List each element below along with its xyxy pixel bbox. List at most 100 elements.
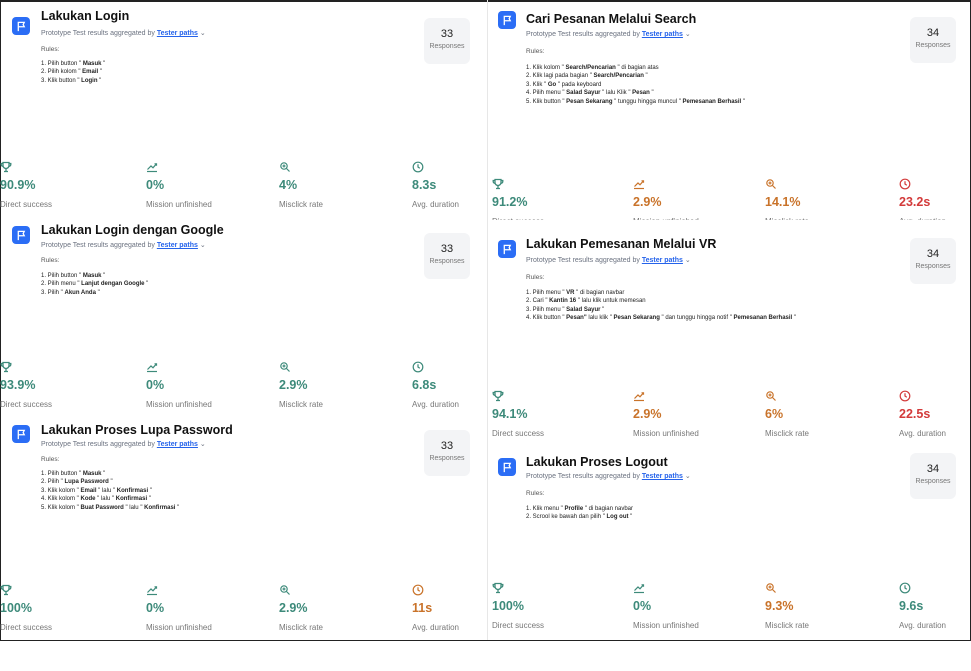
- clock-icon: [899, 177, 911, 190]
- metric-label: Direct success: [492, 429, 545, 438]
- trophy-icon: [492, 581, 504, 594]
- metric-label: Avg. duration: [899, 217, 946, 220]
- metric-label: Avg. duration: [412, 400, 459, 409]
- tester-paths-link[interactable]: Tester paths: [157, 441, 198, 448]
- metric-value: 6.8s: [412, 378, 437, 392]
- trophy-icon: [492, 177, 504, 190]
- metric-label: Misclick rate: [279, 400, 324, 409]
- rule-item: 2. Pilih " Lupa Password ": [41, 479, 113, 486]
- rules-list: 1. Klik menu " Profile " di bagian navba…: [526, 505, 633, 522]
- tester-paths-link[interactable]: Tester paths: [157, 242, 198, 249]
- rule-item: 2. Cari " Kantin 16 " lalu klik untuk me…: [526, 298, 646, 305]
- metric-label: Direct success: [492, 621, 545, 630]
- task-title: Lakukan Proses Lupa Password: [41, 423, 233, 437]
- metric-label: Mission unfinished: [146, 400, 212, 409]
- task-title: Lakukan Login: [41, 9, 130, 23]
- responses-label: Responses: [429, 455, 465, 462]
- trophy-icon: [0, 583, 12, 596]
- metric-label: Avg. duration: [412, 200, 459, 209]
- mission-unfinished-icon: [146, 360, 158, 373]
- rule-item: 2. Scrool ke bawah dan pilih " Log out ": [526, 514, 633, 521]
- responses-count: 34: [926, 248, 940, 260]
- flag-icon: [12, 425, 30, 443]
- task-subtitle: Prototype Test results aggregated by Tes…: [41, 440, 206, 448]
- task-subtitle: Prototype Test results aggregated by Tes…: [526, 256, 691, 264]
- misclick-icon: [765, 177, 777, 189]
- chevron-down-icon[interactable]: ⌄: [198, 242, 206, 249]
- rules-list: 1. Pilih button " Masuk " 2. Pilih kolom …: [41, 60, 105, 85]
- misclick-icon: [279, 360, 291, 372]
- chevron-down-icon[interactable]: ⌄: [198, 441, 206, 448]
- trophy-icon: [0, 360, 12, 373]
- task-title: Lakukan Proses Logout: [526, 455, 668, 469]
- rules-label: Rules:: [41, 257, 60, 264]
- task-title: Lakukan Pemesanan Melalui VR: [526, 237, 717, 251]
- test-card: Lakukan Login dengan Google Prototype Tes…: [0, 220, 487, 440]
- rules-label: Rules:: [41, 456, 60, 463]
- rule-item: 1. Klik kolom " Search/Pencarian " di ba…: [526, 65, 659, 71]
- misclick-icon: [279, 160, 291, 172]
- task-subtitle: Prototype Test results aggregated by Tes…: [41, 241, 206, 249]
- mission-unfinished-icon: [146, 583, 158, 596]
- mission-unfinished-icon: [146, 160, 158, 173]
- tester-paths-link[interactable]: Tester paths: [642, 257, 683, 264]
- responses-label: Responses: [429, 43, 465, 50]
- responses-count: 33: [440, 243, 454, 255]
- chevron-down-icon[interactable]: ⌄: [683, 257, 691, 264]
- metric-value: 2.9%: [633, 407, 662, 421]
- metric-value: 8.3s: [412, 178, 437, 192]
- subtitle-text: Prototype Test results aggregated by: [41, 441, 157, 448]
- metric-label: Mission unfinished: [633, 429, 699, 438]
- metric-value: 94.1%: [492, 407, 528, 421]
- rules-list: 1. Pilih button " Masuk " 2. Pilih " Lupa…: [41, 470, 179, 512]
- flag-icon: [12, 17, 30, 35]
- responses-box: 33 Responses: [424, 430, 470, 476]
- rule-item: 2. Pilih kolom " Email ": [41, 69, 102, 76]
- chevron-down-icon[interactable]: ⌄: [683, 31, 691, 38]
- responses-box: 33 Responses: [424, 18, 470, 64]
- rule-item: 4. Klik button " Pesan" lalu klik " Pesa…: [526, 315, 797, 322]
- rules-label: Rules:: [526, 274, 545, 281]
- responses-count: 34: [926, 27, 940, 39]
- metric-value: 0%: [146, 378, 165, 392]
- rule-item: 2. Klik lagi pada bagian " Search/Pencar…: [526, 73, 648, 80]
- tester-paths-link[interactable]: Tester paths: [642, 31, 683, 38]
- rules-list: 1. Pilih menu " VR " di bagian navbar 2. …: [526, 289, 796, 323]
- metric-value: 100%: [0, 601, 32, 615]
- subtitle-text: Prototype Test results aggregated by: [526, 473, 642, 480]
- metric-label: Direct success: [0, 400, 53, 409]
- rules-label: Rules:: [526, 490, 545, 497]
- responses-box: 34 Responses: [910, 238, 956, 284]
- rule-item: 3. Klik kolom " Email " lalu " Konfirmas…: [41, 487, 152, 494]
- mission-unfinished-icon: [633, 389, 645, 402]
- chevron-down-icon[interactable]: ⌄: [683, 473, 691, 480]
- rule-item: 1. Pilih button " Masuk ": [41, 273, 106, 279]
- metric-value: 4%: [279, 178, 298, 192]
- metric-value: 6%: [765, 407, 784, 421]
- chevron-down-icon[interactable]: ⌄: [198, 30, 206, 37]
- rule-item: 4. Klik kolom " Kode " lalu " Konfirmasi…: [41, 496, 151, 503]
- metric-value: 9.6s: [899, 599, 924, 613]
- clock-icon: [899, 581, 911, 594]
- rules-list: 1. Pilih button " Masuk " 2. Pilih menu "…: [41, 272, 148, 297]
- task-title: Lakukan Login dengan Google: [41, 223, 224, 237]
- metric-label: Avg. duration: [899, 621, 946, 630]
- rules-list: 1. Klik kolom " Search/Pencarian " di ba…: [526, 64, 745, 106]
- metric-label: Mission unfinished: [633, 217, 699, 220]
- clock-icon: [412, 583, 424, 596]
- misclick-icon: [765, 389, 777, 401]
- rule-item: 3. Pilih menu " Salad Sayur ": [526, 306, 605, 313]
- misclick-icon: [765, 581, 777, 593]
- metric-label: Avg. duration: [899, 429, 946, 438]
- tester-paths-link[interactable]: Tester paths: [157, 30, 198, 37]
- metric-value: 2.9%: [279, 601, 308, 615]
- metric-label: Misclick rate: [765, 621, 810, 630]
- rule-item: 3. Klik button " Login ": [41, 77, 102, 84]
- task-subtitle: Prototype Test results aggregated by Tes…: [41, 29, 206, 37]
- mission-unfinished-icon: [633, 177, 645, 190]
- tester-paths-link[interactable]: Tester paths: [642, 473, 683, 480]
- metric-value: 93.9%: [0, 378, 36, 392]
- rule-item: 1. Pilih button " Masuk ": [41, 471, 106, 477]
- responses-box: 34 Responses: [910, 453, 956, 499]
- rules-label: Rules:: [41, 46, 60, 53]
